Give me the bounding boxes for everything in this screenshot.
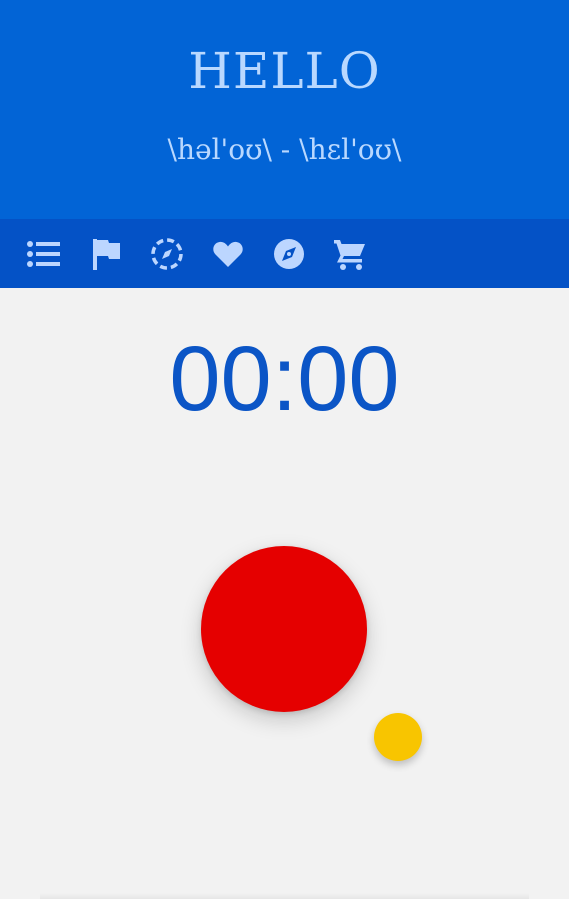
explore-button[interactable]: [269, 234, 309, 274]
compass-icon: [274, 239, 304, 269]
timer-display: 00:00: [169, 328, 400, 430]
flag-button[interactable]: [86, 234, 126, 274]
heart-icon: [213, 241, 243, 267]
flag-icon: [93, 239, 120, 270]
record-button[interactable]: [201, 546, 367, 712]
list-icon: [27, 241, 60, 267]
favorites-button[interactable]: [208, 234, 248, 274]
list-button[interactable]: [24, 234, 64, 274]
compass-dashed-icon: [151, 238, 183, 270]
word-header: HELLO \həl'oʊ\ - \hɛl'oʊ\: [0, 0, 569, 219]
bottom-divider: [40, 893, 529, 899]
explore-dashed-button[interactable]: [147, 234, 187, 274]
toolbar: [0, 219, 569, 288]
cart-icon: [334, 240, 365, 270]
phonetic-transcription: \həl'oʊ\ - \hɛl'oʊ\: [167, 133, 402, 166]
store-button[interactable]: [330, 234, 370, 274]
word-title: HELLO: [188, 42, 381, 100]
secondary-action-button[interactable]: [374, 713, 422, 761]
